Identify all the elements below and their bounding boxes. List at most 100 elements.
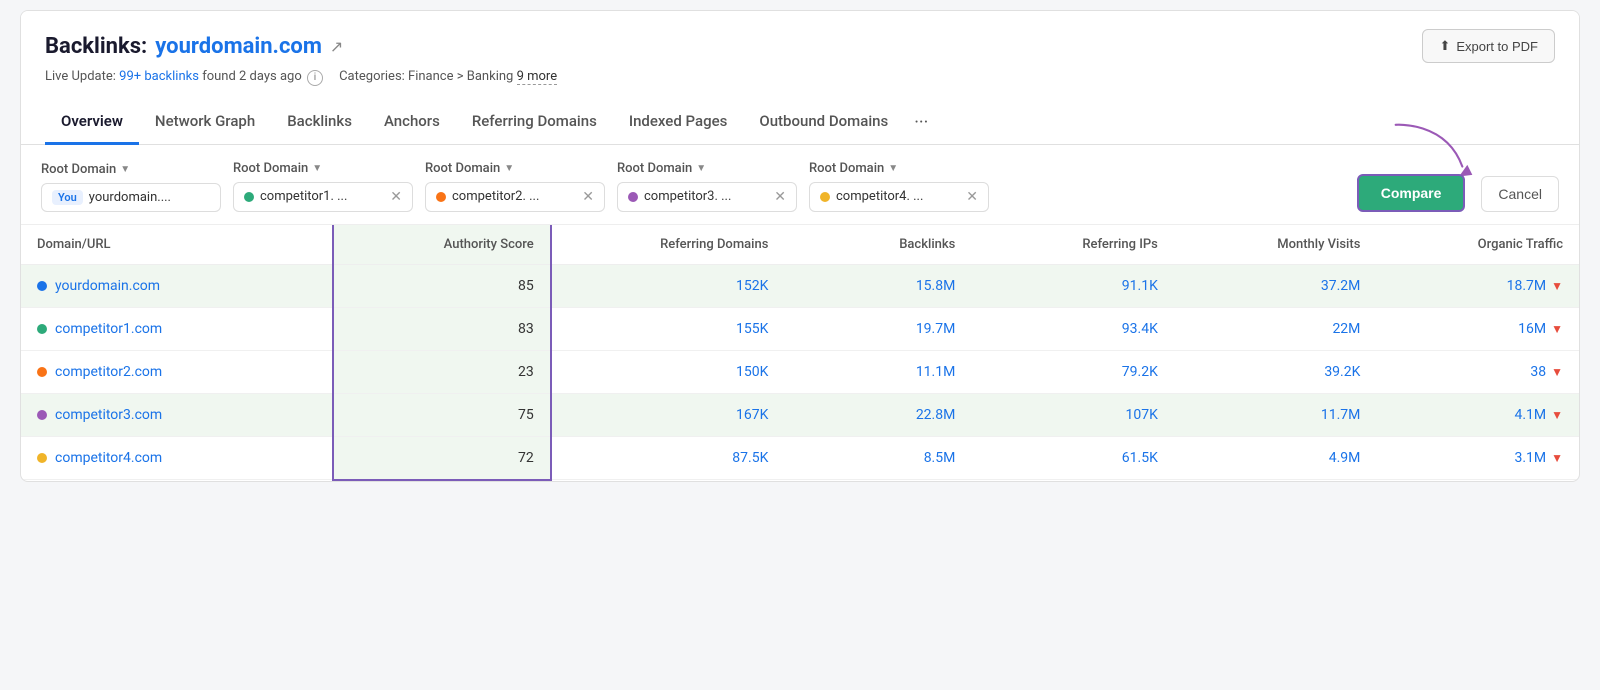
categories-more-link[interactable]: 9 more — [517, 69, 558, 85]
cell-referring-ips-1[interactable]: 93.4K — [971, 307, 1174, 350]
remove-competitor4-button[interactable]: ✕ — [966, 189, 978, 205]
page-title-prefix: Backlinks: — [45, 34, 147, 59]
cell-backlinks-1[interactable]: 19.7M — [784, 307, 971, 350]
tab-network-graph[interactable]: Network Graph — [139, 100, 271, 145]
found-date: found 2 days ago — [202, 69, 302, 84]
cell-referring-domains-2[interactable]: 150K — [551, 350, 785, 393]
tab-outbound-domains[interactable]: Outbound Domains — [743, 100, 904, 145]
referring-ips-link[interactable]: 79.2K — [1122, 364, 1158, 380]
backlinks-link[interactable]: 19.7M — [916, 321, 956, 337]
cell-organic-traffic-4[interactable]: 3.1M ▼ — [1376, 436, 1579, 480]
cell-backlinks-2[interactable]: 11.1M — [784, 350, 971, 393]
referring-ips-link[interactable]: 91.1K — [1122, 278, 1158, 294]
external-link-icon[interactable]: ↗ — [330, 37, 343, 56]
dot-icon-3 — [628, 192, 638, 202]
categories-label: Categories: Finance > Banking — [339, 69, 513, 84]
organic-traffic-link[interactable]: 16M — [1518, 321, 1546, 337]
cell-monthly-visits-3[interactable]: 11.7M — [1174, 393, 1377, 436]
cell-domain-3: competitor3.com — [21, 393, 333, 436]
referring-ips-link[interactable]: 93.4K — [1122, 321, 1158, 337]
monthly-visits-link[interactable]: 39.2K — [1324, 364, 1360, 380]
remove-competitor1-button[interactable]: ✕ — [390, 189, 402, 205]
organic-traffic-link[interactable]: 4.1M — [1514, 407, 1546, 423]
backlinks-link[interactable]: 15.8M — [916, 278, 956, 294]
filter-label-1[interactable]: Root Domain ▼ — [233, 161, 413, 176]
cell-organic-traffic-1[interactable]: 16M ▼ — [1376, 307, 1579, 350]
cell-referring-ips-2[interactable]: 79.2K — [971, 350, 1174, 393]
col-header-monthly-visits: Monthly Visits — [1174, 225, 1377, 265]
monthly-visits-link[interactable]: 11.7M — [1321, 407, 1361, 423]
cell-referring-domains-3[interactable]: 167K — [551, 393, 785, 436]
cell-referring-ips-3[interactable]: 107K — [971, 393, 1174, 436]
cell-organic-traffic-3[interactable]: 4.1M ▼ — [1376, 393, 1579, 436]
cell-monthly-visits-4[interactable]: 4.9M — [1174, 436, 1377, 480]
tabs-more-button[interactable]: ··· — [904, 100, 938, 145]
backlinks-link[interactable]: 22.8M — [916, 407, 956, 423]
monthly-visits-link[interactable]: 4.9M — [1329, 450, 1361, 466]
filter-group-2: Root Domain ▼ competitor2. ... ✕ — [425, 161, 605, 212]
cell-monthly-visits-2[interactable]: 39.2K — [1174, 350, 1377, 393]
filter-label-text-2: Root Domain — [425, 161, 500, 176]
filter-input-2[interactable]: competitor2. ... ✕ — [425, 182, 605, 212]
cell-referring-domains-4[interactable]: 87.5K — [551, 436, 785, 480]
referring-domains-link[interactable]: 87.5K — [732, 450, 768, 466]
remove-competitor2-button[interactable]: ✕ — [582, 189, 594, 205]
filter-input-0[interactable]: You yourdomain.... — [41, 183, 221, 212]
organic-traffic-link[interactable]: 3.1M — [1514, 450, 1546, 466]
cell-backlinks-0[interactable]: 15.8M — [784, 264, 971, 307]
cell-backlinks-3[interactable]: 22.8M — [784, 393, 971, 436]
info-icon[interactable]: i — [307, 70, 323, 86]
cell-monthly-visits-0[interactable]: 37.2M — [1174, 264, 1377, 307]
organic-traffic-link[interactable]: 38 — [1530, 364, 1546, 380]
domain-link[interactable]: yourdomain.com — [55, 278, 160, 294]
domain-link[interactable]: competitor4.com — [55, 450, 162, 466]
referring-domains-link[interactable]: 167K — [736, 407, 768, 423]
chevron-icon-3: ▼ — [696, 163, 706, 174]
col-header-domain: Domain/URL — [21, 225, 333, 265]
domain-link[interactable]: competitor2.com — [55, 364, 162, 380]
export-pdf-button[interactable]: ⬆ Export to PDF — [1422, 29, 1555, 63]
filter-label-4[interactable]: Root Domain ▼ — [809, 161, 989, 176]
cell-referring-ips-4[interactable]: 61.5K — [971, 436, 1174, 480]
export-icon: ⬆ — [1439, 38, 1450, 54]
compare-button[interactable]: Compare — [1357, 174, 1466, 212]
cell-referring-ips-0[interactable]: 91.1K — [971, 264, 1174, 307]
comparison-table: Domain/URL Authority Score Referring Dom… — [21, 225, 1579, 481]
referring-domains-link[interactable]: 152K — [736, 278, 768, 294]
referring-ips-link[interactable]: 107K — [1125, 407, 1157, 423]
filter-input-1[interactable]: competitor1. ... ✕ — [233, 182, 413, 212]
tab-anchors[interactable]: Anchors — [368, 100, 456, 145]
cell-backlinks-4[interactable]: 8.5M — [784, 436, 971, 480]
backlinks-link[interactable]: 11.1M — [916, 364, 956, 380]
tab-indexed-pages[interactable]: Indexed Pages — [613, 100, 744, 145]
cell-monthly-visits-1[interactable]: 22M — [1174, 307, 1377, 350]
dot-icon-4 — [820, 192, 830, 202]
cancel-button[interactable]: Cancel — [1481, 176, 1559, 212]
backlinks-link[interactable]: 99+ backlinks — [119, 69, 199, 84]
backlinks-link[interactable]: 8.5M — [924, 450, 956, 466]
domain-link[interactable]: competitor1.com — [55, 321, 162, 337]
cell-organic-traffic-0[interactable]: 18.7M ▼ — [1376, 264, 1579, 307]
tab-referring-domains[interactable]: Referring Domains — [456, 100, 613, 145]
referring-domains-link[interactable]: 155K — [736, 321, 768, 337]
cell-organic-traffic-2[interactable]: 38 ▼ — [1376, 350, 1579, 393]
filter-label-2[interactable]: Root Domain ▼ — [425, 161, 605, 176]
tab-backlinks[interactable]: Backlinks — [271, 100, 368, 145]
dot-icon-2 — [436, 192, 446, 202]
domain-link[interactable]: competitor3.com — [55, 407, 162, 423]
referring-ips-link[interactable]: 61.5K — [1122, 450, 1158, 466]
remove-competitor3-button[interactable]: ✕ — [774, 189, 786, 205]
filter-label-text-0: Root Domain — [41, 162, 116, 177]
filter-label-0[interactable]: Root Domain ▼ — [41, 162, 221, 177]
monthly-visits-link[interactable]: 22M — [1332, 321, 1360, 337]
filter-label-3[interactable]: Root Domain ▼ — [617, 161, 797, 176]
tab-overview[interactable]: Overview — [45, 100, 139, 145]
cell-referring-domains-0[interactable]: 152K — [551, 264, 785, 307]
organic-traffic-link[interactable]: 18.7M — [1507, 278, 1547, 294]
filter-input-3[interactable]: competitor3. ... ✕ — [617, 182, 797, 212]
referring-domains-link[interactable]: 150K — [736, 364, 768, 380]
monthly-visits-link[interactable]: 37.2M — [1321, 278, 1361, 294]
filter-input-4[interactable]: competitor4. ... ✕ — [809, 182, 989, 212]
cell-authority-3: 75 — [333, 393, 551, 436]
cell-referring-domains-1[interactable]: 155K — [551, 307, 785, 350]
